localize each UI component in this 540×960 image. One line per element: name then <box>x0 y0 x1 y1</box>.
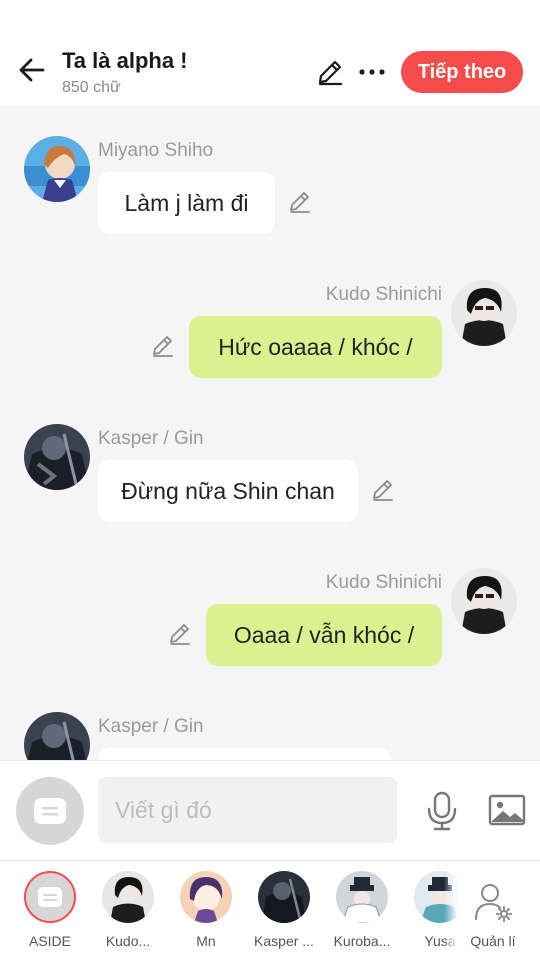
character-avatar-image <box>24 424 90 490</box>
character-avatar-image <box>102 871 154 923</box>
character-label: Kudo... <box>105 933 151 949</box>
character-label: Kuroba... <box>333 933 391 949</box>
edit-message-button[interactable] <box>286 188 314 216</box>
scroll-fade <box>444 861 458 960</box>
avatar <box>258 871 310 923</box>
character-item-mn[interactable]: Mn <box>171 871 241 957</box>
message-bubble[interactable]: Làm j làm đi <box>98 172 275 234</box>
sender-name: Kasper / Gin <box>98 428 204 449</box>
character-avatar-image <box>180 871 232 923</box>
character-avatar-image <box>336 871 388 923</box>
character-label: Kasper ... <box>254 933 314 949</box>
message-bubble[interactable] <box>98 748 391 760</box>
pencil-icon <box>318 60 343 86</box>
image-icon <box>488 794 526 826</box>
voice-record-button[interactable] <box>422 787 462 835</box>
avatar-kasper[interactable] <box>24 712 90 760</box>
aside-avatar <box>24 871 76 923</box>
pencil-icon <box>153 336 173 357</box>
character-item-kudo[interactable]: Kudo... <box>93 871 163 957</box>
character-label: Mn <box>196 933 216 949</box>
user-settings-icon <box>475 884 512 922</box>
avatar <box>180 871 232 923</box>
aside-toggle-button[interactable] <box>16 777 84 845</box>
character-avatar-image <box>451 568 517 634</box>
back-button[interactable] <box>14 52 50 88</box>
chat-area[interactable]: Miyano Shiho Làm j làm đi Kudo Shinichi … <box>0 106 540 760</box>
character-selector-bar: ASIDE Kudo... Mn Kasper ... Kuroba... Yu… <box>0 860 540 960</box>
character-avatar-image <box>258 871 310 923</box>
pencil-icon <box>373 480 393 501</box>
avatar <box>336 871 388 923</box>
character-item-kasper[interactable]: Kasper ... <box>249 871 319 957</box>
sender-name: Kudo Shinichi <box>325 284 442 305</box>
message-bubble[interactable]: Hức oaaaa / khóc / <box>189 316 442 378</box>
mic-icon <box>427 791 457 831</box>
pencil-icon <box>170 624 190 645</box>
pencil-icon <box>290 192 310 213</box>
more-options-button[interactable] <box>356 56 388 88</box>
top-bar: Ta là alpha ! 850 chữ Tiếp theo <box>0 0 540 106</box>
manage-characters-button[interactable]: Quản lí <box>458 871 528 957</box>
image-attach-button[interactable] <box>486 789 528 831</box>
message-bubble[interactable]: Đừng nữa Shin chan <box>98 460 358 522</box>
character-item-kuroba[interactable]: Kuroba... <box>327 871 397 957</box>
word-count: 850 chữ <box>62 79 121 96</box>
edit-title-button[interactable] <box>314 56 346 88</box>
aside-icon <box>38 887 62 907</box>
message-input[interactable] <box>98 777 397 843</box>
avatar-miyano[interactable] <box>24 136 90 202</box>
story-title[interactable]: Ta là alpha ! <box>62 48 188 74</box>
message-bubble[interactable]: Oaaa / vẫn khóc / <box>206 604 442 666</box>
more-horizontal-icon <box>359 69 385 75</box>
avatar-kudo[interactable] <box>451 568 517 634</box>
sender-name: Miyano Shiho <box>98 140 214 161</box>
edit-message-button[interactable] <box>166 620 194 648</box>
character-avatar-image <box>24 136 90 202</box>
avatar-kudo[interactable] <box>451 280 517 346</box>
manage-label: Quản lí <box>470 933 516 949</box>
aside-icon <box>34 798 66 824</box>
next-button[interactable]: Tiếp theo <box>401 51 523 93</box>
character-avatar-image <box>24 712 90 760</box>
avatar-kasper[interactable] <box>24 424 90 490</box>
sender-name: Kasper / Gin <box>98 716 204 737</box>
manage-avatar <box>472 881 514 923</box>
message-composer <box>0 760 540 860</box>
arrow-left-icon <box>19 58 45 82</box>
sender-name: Kudo Shinichi <box>325 572 442 593</box>
avatar <box>102 871 154 923</box>
edit-message-button[interactable] <box>369 476 397 504</box>
character-label: ASIDE <box>28 933 71 949</box>
edit-message-button[interactable] <box>149 332 177 360</box>
character-avatar-image <box>451 280 517 346</box>
character-item-aside[interactable]: ASIDE <box>15 871 85 957</box>
